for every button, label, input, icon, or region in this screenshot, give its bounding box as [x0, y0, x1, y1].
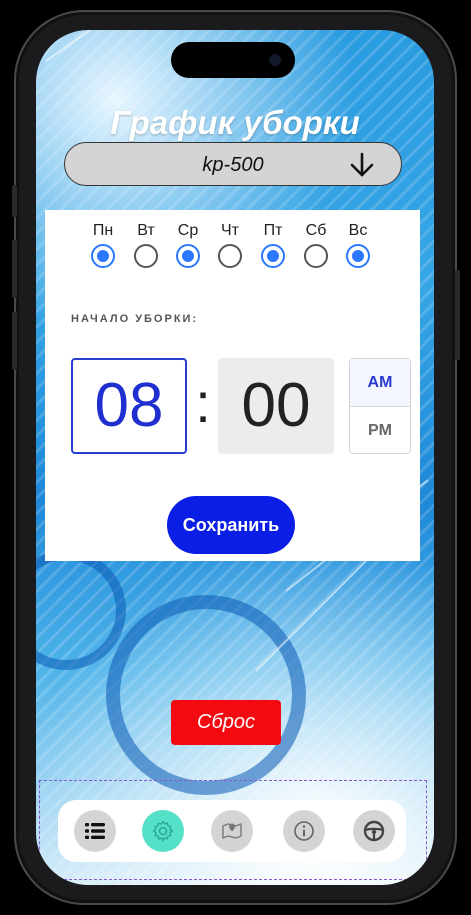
day-toggle-fri[interactable]: Пт [253, 222, 293, 268]
info-icon [294, 821, 314, 841]
am-pm-toggle: AM PM [349, 358, 411, 454]
bottom-tabbar [58, 800, 406, 862]
day-toggle-mon[interactable]: Пн [83, 222, 123, 268]
phone-side-button [455, 270, 460, 360]
tab-map[interactable] [211, 810, 253, 852]
phone-side-button [12, 185, 17, 217]
start-time-label: НАЧАЛО УБОРКИ: [71, 313, 199, 325]
map-pin-icon [222, 823, 242, 839]
pm-option[interactable]: PM [350, 407, 410, 455]
day-toggle-thu[interactable]: Чт [210, 222, 250, 268]
save-button[interactable]: Сохранить [167, 496, 295, 554]
day-radio[interactable] [304, 244, 328, 268]
minute-input[interactable]: 00 [218, 358, 334, 454]
day-toggle-sun[interactable]: Вс [338, 222, 378, 268]
tab-drive[interactable] [353, 810, 395, 852]
device-select[interactable]: kp-500 [64, 142, 402, 186]
background-decoration [36, 550, 126, 670]
time-separator: : [195, 371, 211, 434]
camera-icon [269, 54, 281, 66]
tab-settings[interactable] [142, 810, 184, 852]
day-radio[interactable] [134, 244, 158, 268]
day-radio[interactable] [218, 244, 242, 268]
day-radio[interactable] [91, 244, 115, 268]
background-decoration [45, 30, 178, 62]
list-icon [85, 823, 105, 839]
phone-side-button [12, 240, 17, 298]
day-label: Ср [177, 222, 199, 239]
dynamic-island [171, 42, 295, 78]
schedule-card: Пн Вт Ср Чт Пт Сб Вс НАЧАЛО УБОРКИ: 08:… [45, 210, 420, 561]
hour-input[interactable]: 08 [71, 358, 187, 454]
day-label: Пт [263, 222, 283, 239]
am-option[interactable]: AM [350, 359, 410, 407]
day-radio[interactable] [346, 244, 370, 268]
background-decoration [106, 595, 306, 795]
phone-side-button [12, 312, 17, 370]
steering-wheel-icon [363, 820, 385, 842]
reset-button[interactable]: Сброс [171, 700, 281, 745]
day-toggle-sat[interactable]: Сб [296, 222, 336, 268]
day-label: Сб [305, 222, 327, 239]
day-label: Вт [137, 222, 155, 239]
tab-info[interactable] [283, 810, 325, 852]
day-toggle-wed[interactable]: Ср [168, 222, 208, 268]
day-radio[interactable] [176, 244, 200, 268]
day-label: Пн [92, 222, 114, 239]
day-radio[interactable] [261, 244, 285, 268]
arrow-down-icon [350, 152, 374, 177]
day-toggle-tue[interactable]: Вт [126, 222, 166, 268]
day-label: Вс [348, 222, 368, 239]
app-screen: График уборки kp-500 Пн Вт Ср Чт Пт Сб В… [36, 30, 434, 885]
tab-list[interactable] [74, 810, 116, 852]
gear-icon [152, 820, 174, 842]
page-title: График уборки [110, 104, 360, 141]
day-label: Чт [221, 222, 239, 239]
